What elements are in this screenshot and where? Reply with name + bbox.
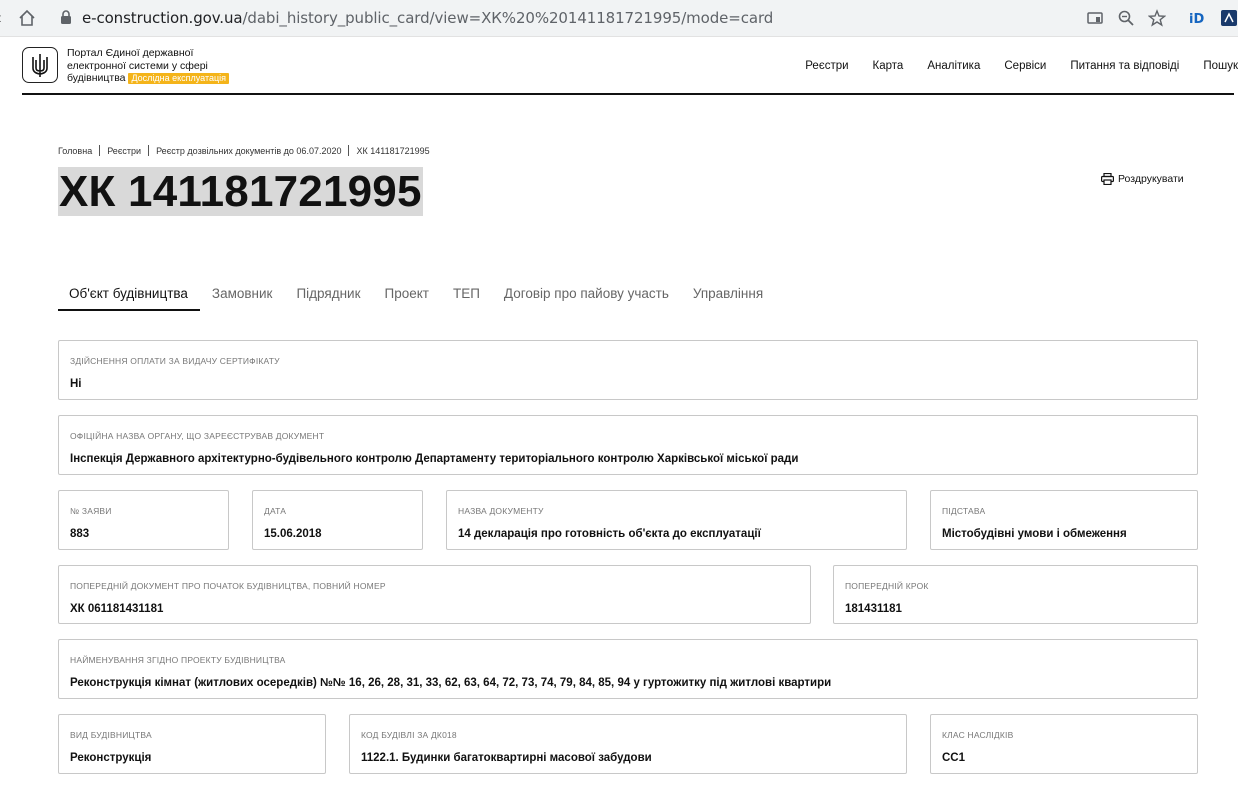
breadcrumb-registry[interactable]: Реєстр дозвільних документів до 06.07.20… [156,146,341,156]
field-payment: Здійснення оплати за видачу сертифікату … [58,340,1198,400]
breadcrumb: Головна Реєстри Реєстр дозвільних докуме… [58,145,430,156]
site-header: Портал Єдиної державної електронної сист… [22,40,1238,95]
nav-analytics[interactable]: Аналітика [927,60,980,72]
field-date: Дата 15.06.2018 [252,490,423,550]
extension-icon[interactable] [1220,9,1238,27]
lock-icon[interactable] [60,10,72,25]
nav-services[interactable]: Сервіси [1004,60,1046,72]
browser-toolbar: ‹ e-construction.gov.ua/dabi_history_pub… [0,0,1238,37]
id-extension-icon[interactable]: iD [1188,9,1206,27]
field-label: Дата [264,506,287,516]
address-bar[interactable]: e-construction.gov.ua/dabi_history_publi… [82,9,773,27]
breadcrumb-separator [148,145,150,156]
nav-faq[interactable]: Питання та відповіді [1070,60,1179,72]
printer-icon [1101,173,1114,185]
breadcrumb-home[interactable]: Головна [58,146,92,156]
field-previous-document: Попередній документ про початок будівниц… [58,565,811,624]
back-icon[interactable]: ‹ [0,8,2,28]
breadcrumb-current: ХК 141181721995 [356,145,430,156]
field-label: Попередній крок [845,581,929,591]
field-value: 1122.1. Будинки багатоквартирні масової … [361,752,652,764]
print-button[interactable]: Роздрукувати [1101,173,1184,185]
portal-name-line2: електронної системи у сфері [67,59,208,72]
field-project-name: Найменування згідно проекту будівництва … [58,639,1198,699]
nav-search[interactable]: Пошук [1203,60,1238,72]
url-host: e-construction.gov.ua [82,9,243,27]
field-value: 883 [70,528,90,540]
trident-icon [32,54,48,77]
portal-name-line1: Портал Єдиної державної [67,47,194,59]
breadcrumb-registries[interactable]: Реєстри [107,146,141,156]
portal-name-line3: будівництва [67,72,126,84]
portal-name[interactable]: Портал Єдиної державної електронної сист… [67,47,267,85]
page-title: ХК 141181721995 [58,167,423,216]
field-consequence-class: Клас наслідків СС1 [930,714,1198,774]
field-label: Найменування згідно проекту будівництва [70,655,286,665]
field-label: № заяви [70,506,112,516]
field-label: Вид будівництва [70,730,152,740]
field-value: Ні [70,378,82,390]
field-value: Реконструкція [70,752,152,764]
breadcrumb-separator [348,145,350,156]
url-path: /dabi_history_public_card/view=ХК%20%201… [242,9,774,27]
field-value: ХК 061181431181 [70,603,164,615]
field-value: Містобудівні умови і обмеження [942,528,1127,540]
field-document-name: Назва документу 14 декларація про готовн… [446,490,907,550]
field-value: 14 декларація про готовність об'єкта до … [458,528,761,540]
home-icon[interactable] [17,8,37,28]
main-nav: Реєстри Карта Аналітика Сервіси Питання … [781,60,1238,72]
field-authority: Офіційна назва органу, що зареєстрував д… [58,415,1198,475]
coat-of-arms-logo[interactable] [22,47,58,83]
tab-management[interactable]: Управління [681,278,775,311]
tab-contractor[interactable]: Підрядник [284,278,372,311]
tab-customer[interactable]: Замовник [200,278,285,311]
field-basis: Підстава Містобудівні умови і обмеження [930,490,1198,550]
beta-badge: Дослідна експлуатація [128,73,230,84]
cast-icon[interactable] [1086,9,1104,27]
field-application-number: № заяви 883 [58,490,229,550]
field-previous-step: Попередній крок 181431181 [833,565,1198,624]
tab-project[interactable]: Проект [372,278,440,311]
print-label: Роздрукувати [1118,173,1184,185]
field-value: СС1 [942,752,966,764]
bookmark-star-icon[interactable] [1148,9,1166,27]
svg-text:iD: iD [1189,12,1204,27]
field-value: Реконструкція кімнат (житлових осередків… [70,677,832,689]
field-label: Здійснення оплати за видачу сертифікату [70,356,280,366]
breadcrumb-separator [99,145,101,156]
field-label: Підстава [942,506,986,516]
tab-bar: Об'єкт будівництва Замовник Підрядник Пр… [58,278,775,311]
zoom-icon[interactable] [1117,9,1135,27]
field-label: Попередній документ про початок будівниц… [70,581,386,591]
field-building-code: Код будівлі за ДК018 1122.1. Будинки баг… [349,714,907,774]
tab-construction-object[interactable]: Об'єкт будівництва [58,278,200,311]
tab-share-agreement[interactable]: Договір про пайову участь [492,278,681,311]
nav-registries[interactable]: Реєстри [805,60,848,72]
nav-map[interactable]: Карта [873,60,904,72]
tab-tep[interactable]: ТЕП [441,278,492,311]
field-value: 181431181 [845,603,902,615]
field-label: Код будівлі за ДК018 [361,730,457,740]
field-label: Клас наслідків [942,730,1014,740]
field-value: 15.06.2018 [264,528,322,540]
field-value: Інспекція Державного архітектурно-будіве… [70,453,799,465]
field-construction-type: Вид будівництва Реконструкція [58,714,326,774]
field-label: Офіційна назва органу, що зареєстрував д… [70,431,325,441]
field-label: Назва документу [458,506,544,516]
